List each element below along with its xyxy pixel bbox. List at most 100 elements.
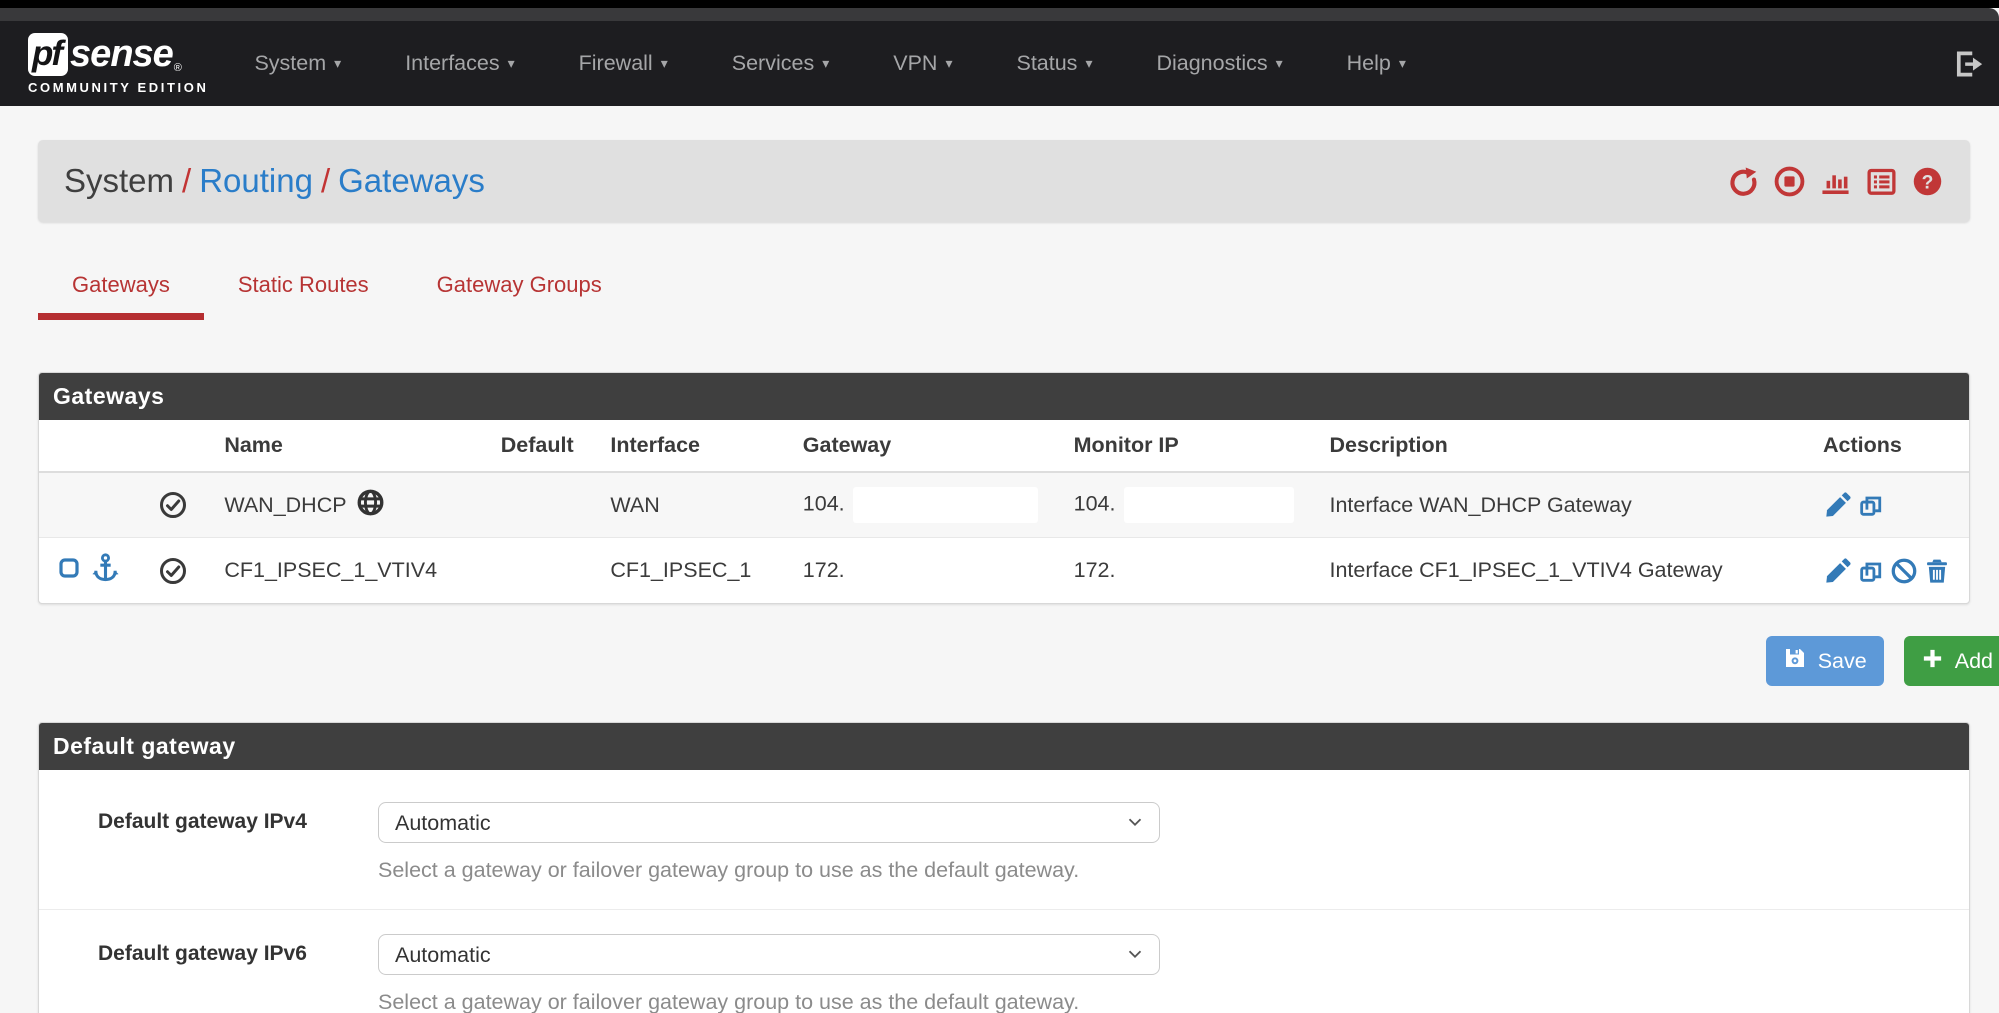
name-cell: CF1_IPSEC_1_VTIV4: [206, 538, 482, 604]
col-actions: Actions: [1805, 420, 1969, 472]
default-gateway-panel: Default gateway Default gateway IPv4 Aut…: [38, 722, 1970, 1013]
anchor-icon: [90, 552, 121, 589]
plus-icon: [1921, 647, 1944, 676]
gateways-actions-bar: Save Add: [38, 636, 1999, 686]
chart-icon[interactable]: [1819, 165, 1852, 198]
routing-tabs: Gateways Static Routes Gateway Groups: [38, 254, 1999, 320]
nav-item-system[interactable]: System▾: [254, 51, 341, 76]
caret-down-icon: ▾: [661, 55, 668, 72]
tab-gateways[interactable]: Gateways: [38, 254, 204, 320]
col-interface: Interface: [592, 420, 784, 472]
navbar-menu: System▾ Interfaces▾ Firewall▾ Services▾ …: [254, 51, 1405, 76]
tab-static-routes[interactable]: Static Routes: [204, 254, 403, 320]
save-button[interactable]: Save: [1766, 636, 1884, 686]
copy-icon[interactable]: [1856, 491, 1885, 520]
col-gateway: Gateway: [785, 420, 1056, 472]
interface-cell: CF1_IPSEC_1: [592, 538, 784, 604]
top-navbar: pf sense ® COMMUNITY EDITION System▾ Int…: [0, 21, 1999, 106]
breadcrumb-separator: /: [313, 162, 338, 199]
nav-item-label: VPN: [893, 51, 937, 76]
nav-item-firewall[interactable]: Firewall ▾: [579, 51, 668, 76]
check-circle-icon: [158, 556, 188, 586]
window-chrome-strip: [0, 0, 1999, 8]
save-button-label: Save: [1818, 649, 1867, 674]
caret-down-icon: ▾: [822, 55, 829, 72]
nav-item-diagnostics[interactable]: Diagnostics▾: [1156, 51, 1282, 76]
redaction-box: [853, 487, 1038, 523]
logo-edition-text: COMMUNITY EDITION: [28, 80, 208, 95]
default-gateway-ipv4-select[interactable]: Automatic: [378, 802, 1160, 843]
col-name: Name: [206, 420, 482, 472]
default-gateway-ipv6-label: Default gateway IPv6: [98, 934, 378, 1013]
logo-pf-badge: pf: [28, 33, 68, 76]
help-icon[interactable]: ?: [1911, 165, 1944, 198]
edit-icon[interactable]: [1823, 556, 1852, 585]
row-icons-cell: [39, 538, 140, 604]
gateway-cell: 172.: [785, 538, 1056, 604]
col-description: Description: [1312, 420, 1806, 472]
nav-item-label: Status: [1016, 51, 1077, 76]
gateways-panel-title: Gateways: [39, 373, 1969, 420]
gateway-name: WAN_DHCP: [224, 493, 346, 518]
default-cell: [483, 538, 593, 604]
breadcrumb-link-gateways[interactable]: Gateways: [338, 162, 485, 199]
nav-item-services[interactable]: Services ▾: [732, 51, 829, 76]
tab-gateway-groups[interactable]: Gateway Groups: [403, 254, 636, 320]
default-cell: [483, 472, 593, 538]
breadcrumb-section: System: [64, 162, 174, 199]
log-icon[interactable]: [1865, 165, 1898, 198]
breadcrumb-bar: System/Routing/Gateways ?: [38, 140, 1970, 222]
status-cell: [140, 538, 206, 604]
gateways-panel: Gateways Name Default Interface Gateway …: [38, 372, 1970, 604]
edit-icon[interactable]: [1823, 491, 1852, 520]
gateway-ip: 104.: [803, 492, 845, 516]
delete-icon[interactable]: [1922, 556, 1951, 585]
disable-icon[interactable]: [1889, 556, 1918, 585]
stop-icon[interactable]: [1773, 165, 1806, 198]
table-row: CF1_IPSEC_1_VTIV4 CF1_IPSEC_1 172. 172. …: [39, 538, 1969, 604]
description-cell: Interface WAN_DHCP Gateway: [1312, 472, 1806, 538]
caret-down-icon: ▾: [1399, 55, 1406, 72]
form-row-ipv6: Default gateway IPv6 Automatic Select a …: [39, 909, 1969, 1013]
gateways-table: Name Default Interface Gateway Monitor I…: [39, 420, 1969, 603]
description-cell: Interface CF1_IPSEC_1_VTIV4 Gateway: [1312, 538, 1806, 604]
nav-item-status[interactable]: Status▾: [1016, 51, 1092, 76]
col-row-icons: [39, 420, 140, 472]
nav-item-label: Services: [732, 51, 814, 76]
pfsense-logo[interactable]: pf sense ® COMMUNITY EDITION: [28, 33, 208, 95]
check-circle-icon: [158, 490, 188, 520]
nav-item-vpn[interactable]: VPN▾: [893, 51, 952, 76]
caret-down-icon: ▾: [1276, 55, 1283, 72]
actions-cell: [1805, 472, 1969, 538]
default-gateway-panel-title: Default gateway: [39, 723, 1969, 770]
nav-item-help[interactable]: Help▾: [1347, 51, 1406, 76]
add-button[interactable]: Add: [1904, 636, 1999, 686]
default-gateway-ipv6-select[interactable]: Automatic: [378, 934, 1160, 975]
breadcrumb-separator: /: [174, 162, 199, 199]
breadcrumb-link-routing[interactable]: Routing: [199, 162, 313, 199]
globe-icon: [356, 488, 385, 523]
window-chrome-strip: [0, 8, 1999, 21]
nav-item-label: Firewall: [579, 51, 653, 76]
sign-out-icon[interactable]: [1951, 47, 1985, 81]
nav-item-interfaces[interactable]: Interfaces▾: [405, 51, 514, 76]
default-gateway-ipv4-label: Default gateway IPv4: [98, 802, 378, 883]
logo-sense-text: sense: [70, 35, 173, 73]
default-gateway-ipv6-help: Select a gateway or failover gateway gro…: [378, 990, 1160, 1013]
default-gateway-ipv4-help: Select a gateway or failover gateway gro…: [378, 858, 1160, 883]
copy-icon[interactable]: [1856, 556, 1885, 585]
breadcrumb-actions: ?: [1727, 165, 1944, 198]
col-monitor-ip: Monitor IP: [1056, 420, 1312, 472]
name-cell: WAN_DHCP: [206, 472, 482, 538]
monitor-ip-cell: 172.: [1056, 538, 1312, 604]
col-default: Default: [483, 420, 593, 472]
refresh-icon[interactable]: [1727, 165, 1760, 198]
monitor-ip: 104.: [1074, 492, 1116, 516]
breadcrumb: System/Routing/Gateways: [64, 162, 485, 200]
add-button-label: Add: [1955, 649, 1993, 674]
actions-cell: [1805, 538, 1969, 604]
square-icon: [57, 556, 81, 586]
interface-cell: WAN: [592, 472, 784, 538]
table-row: WAN_DHCP WAN 104. 104. Interface WAN_DHC…: [39, 472, 1969, 538]
monitor-ip-cell: 104.: [1056, 472, 1312, 538]
